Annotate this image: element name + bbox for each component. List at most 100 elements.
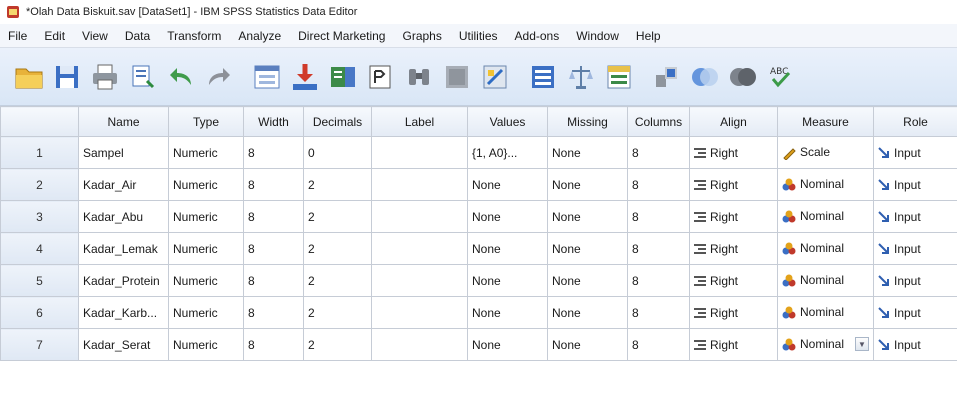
menu-graphs[interactable]: Graphs [402, 29, 441, 43]
cell-columns[interactable]: 8 [627, 328, 690, 361]
goto-case-icon[interactable] [250, 60, 284, 94]
cell-name[interactable]: Kadar_Serat [78, 328, 169, 361]
cell-role[interactable]: Input [873, 168, 957, 201]
cell-type[interactable]: Numeric [168, 328, 244, 361]
col-header-missing[interactable]: Missing [547, 106, 628, 137]
cell-width[interactable]: 8 [243, 232, 304, 265]
menu-analyze[interactable]: Analyze [238, 29, 281, 43]
cell-align[interactable]: Right [689, 168, 778, 201]
col-header-decimals[interactable]: Decimals [303, 106, 372, 137]
cell-measure[interactable]: Nominal [777, 200, 874, 233]
cell-measure[interactable]: Nominal [777, 232, 874, 265]
row-number[interactable]: 5 [0, 264, 79, 297]
cell-name[interactable]: Kadar_Lemak [78, 232, 169, 265]
menu-file[interactable]: File [8, 29, 27, 43]
cell-label[interactable] [371, 168, 468, 201]
cell-decimals[interactable]: 2 [303, 296, 372, 329]
cell-missing[interactable]: None [547, 296, 628, 329]
menu-transform[interactable]: Transform [167, 29, 221, 43]
undo-icon[interactable] [164, 60, 198, 94]
menu-window[interactable]: Window [576, 29, 619, 43]
cell-width[interactable]: 8 [243, 296, 304, 329]
row-number[interactable]: 7 [0, 328, 79, 361]
find-icon[interactable] [364, 60, 398, 94]
cell-type[interactable]: Numeric [168, 264, 244, 297]
cell-measure[interactable]: Nominal [777, 264, 874, 297]
cell-role[interactable]: Input [873, 328, 957, 361]
spell-check-icon[interactable]: ABC [764, 60, 798, 94]
row-number[interactable]: 2 [0, 168, 79, 201]
redo-icon[interactable] [202, 60, 236, 94]
cell-name[interactable]: Kadar_Karb... [78, 296, 169, 329]
cell-width[interactable]: 8 [243, 168, 304, 201]
cell-role[interactable]: Input [873, 232, 957, 265]
value-labels-icon[interactable] [650, 60, 684, 94]
cell-label[interactable] [371, 264, 468, 297]
cell-width[interactable]: 8 [243, 328, 304, 361]
menu-edit[interactable]: Edit [44, 29, 65, 43]
cell-decimals[interactable]: 2 [303, 264, 372, 297]
cell-role[interactable]: Input [873, 136, 957, 169]
cell-type[interactable]: Numeric [168, 168, 244, 201]
goto-variable-icon[interactable] [288, 60, 322, 94]
insert-cases-icon[interactable] [440, 60, 474, 94]
cell-decimals[interactable]: 0 [303, 136, 372, 169]
cell-align[interactable]: Right [689, 264, 778, 297]
row-number[interactable]: 6 [0, 296, 79, 329]
cell-role[interactable]: Input [873, 200, 957, 233]
cell-values[interactable]: None [467, 328, 548, 361]
col-header-role[interactable]: Role [873, 106, 957, 137]
cell-decimals[interactable]: 2 [303, 232, 372, 265]
col-header-type[interactable]: Type [168, 106, 244, 137]
cell-columns[interactable]: 8 [627, 264, 690, 297]
cell-width[interactable]: 8 [243, 136, 304, 169]
cell-name[interactable]: Sampel [78, 136, 169, 169]
menu-data[interactable]: Data [125, 29, 150, 43]
cell-align[interactable]: Right [689, 232, 778, 265]
cell-label[interactable] [371, 296, 468, 329]
cell-align[interactable]: Right [689, 136, 778, 169]
menu-view[interactable]: View [82, 29, 108, 43]
cell-name[interactable]: Kadar_Abu [78, 200, 169, 233]
col-header-name[interactable]: Name [78, 106, 169, 137]
col-header-align[interactable]: Align [689, 106, 778, 137]
cell-values[interactable]: None [467, 232, 548, 265]
cell-label[interactable] [371, 136, 468, 169]
cell-decimals[interactable]: 2 [303, 200, 372, 233]
cell-type[interactable]: Numeric [168, 232, 244, 265]
dialog-recall-icon[interactable] [126, 60, 160, 94]
corner-header[interactable] [0, 106, 79, 137]
cell-columns[interactable]: 8 [627, 296, 690, 329]
row-number[interactable]: 1 [0, 136, 79, 169]
cell-decimals[interactable]: 2 [303, 328, 372, 361]
insert-variable-icon[interactable] [478, 60, 512, 94]
cell-missing[interactable]: None [547, 136, 628, 169]
weight-cases-icon[interactable] [564, 60, 598, 94]
menu-utilities[interactable]: Utilities [459, 29, 498, 43]
row-number[interactable]: 3 [0, 200, 79, 233]
cell-align[interactable]: Right [689, 200, 778, 233]
cell-align[interactable]: Right [689, 296, 778, 329]
cell-decimals[interactable]: 2 [303, 168, 372, 201]
cell-role[interactable]: Input [873, 296, 957, 329]
cell-role[interactable]: Input [873, 264, 957, 297]
col-header-values[interactable]: Values [467, 106, 548, 137]
cell-measure[interactable]: Nominal [777, 168, 874, 201]
save-icon[interactable] [50, 60, 84, 94]
cell-measure[interactable]: Nominal [777, 296, 874, 329]
cell-values[interactable]: None [467, 296, 548, 329]
menu-help[interactable]: Help [636, 29, 661, 43]
chevron-down-icon[interactable]: ▼ [855, 337, 869, 351]
select-cases-icon[interactable] [602, 60, 636, 94]
cell-label[interactable] [371, 232, 468, 265]
cell-type[interactable]: Numeric [168, 200, 244, 233]
col-header-label[interactable]: Label [371, 106, 468, 137]
cell-columns[interactable]: 8 [627, 168, 690, 201]
col-header-measure[interactable]: Measure [777, 106, 874, 137]
show-all-variables-icon[interactable] [726, 60, 760, 94]
cell-columns[interactable]: 8 [627, 136, 690, 169]
cell-type[interactable]: Numeric [168, 136, 244, 169]
cell-values[interactable]: None [467, 168, 548, 201]
cell-name[interactable]: Kadar_Protein [78, 264, 169, 297]
print-icon[interactable] [88, 60, 122, 94]
